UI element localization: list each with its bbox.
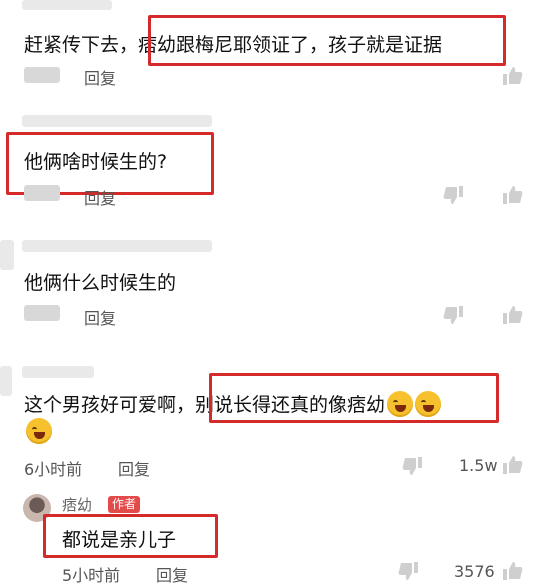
emoji-line-2 bbox=[24, 418, 52, 444]
blurred-time bbox=[24, 185, 60, 201]
author-username[interactable]: 痞幼 bbox=[62, 494, 92, 515]
blurred-time bbox=[24, 305, 60, 321]
author-badge: 作者 bbox=[108, 496, 141, 513]
like-count: 1.5w bbox=[459, 456, 498, 475]
thumbs-up-icon[interactable] bbox=[503, 305, 523, 324]
blurred-time bbox=[24, 67, 60, 83]
thumbs-up-icon[interactable] bbox=[503, 455, 523, 474]
comment-text-prefix: 这个男孩好可爱啊， bbox=[24, 394, 196, 416]
blurred-username bbox=[22, 240, 212, 252]
comment-text-prefix: 赶紧传下去， bbox=[24, 34, 139, 56]
thumbs-down-icon[interactable] bbox=[443, 186, 463, 205]
highlight-box bbox=[148, 15, 506, 66]
comment-text: 他俩什么时候生的 bbox=[24, 272, 177, 294]
blurred-username bbox=[22, 115, 212, 127]
reply-button[interactable]: 回复 bbox=[84, 305, 116, 329]
blurred-avatar bbox=[0, 240, 14, 270]
thumbs-down-icon[interactable] bbox=[402, 457, 422, 476]
blurred-username bbox=[22, 0, 112, 10]
comment-time: 6小时前 bbox=[24, 460, 83, 479]
reply-button[interactable]: 回复 bbox=[84, 65, 116, 89]
thumbs-up-icon[interactable] bbox=[503, 185, 523, 204]
blurred-avatar bbox=[0, 366, 12, 396]
thumbs-up-icon[interactable] bbox=[503, 66, 523, 85]
reply-button[interactable]: 回复 bbox=[118, 456, 150, 480]
thumbs-up-icon[interactable] bbox=[503, 561, 523, 580]
thumbs-down-icon[interactable] bbox=[398, 562, 418, 581]
thumbs-down-icon[interactable] bbox=[443, 306, 463, 325]
blurred-username bbox=[22, 366, 94, 378]
laughing-emoji-icon bbox=[26, 418, 52, 444]
reply-time: 5小时前 bbox=[62, 566, 121, 585]
like-count: 3576 bbox=[454, 562, 495, 581]
highlight-box bbox=[43, 514, 218, 558]
highlight-box bbox=[209, 373, 499, 423]
reply-button[interactable]: 回复 bbox=[84, 185, 116, 209]
reply-button[interactable]: 回复 bbox=[156, 562, 188, 586]
